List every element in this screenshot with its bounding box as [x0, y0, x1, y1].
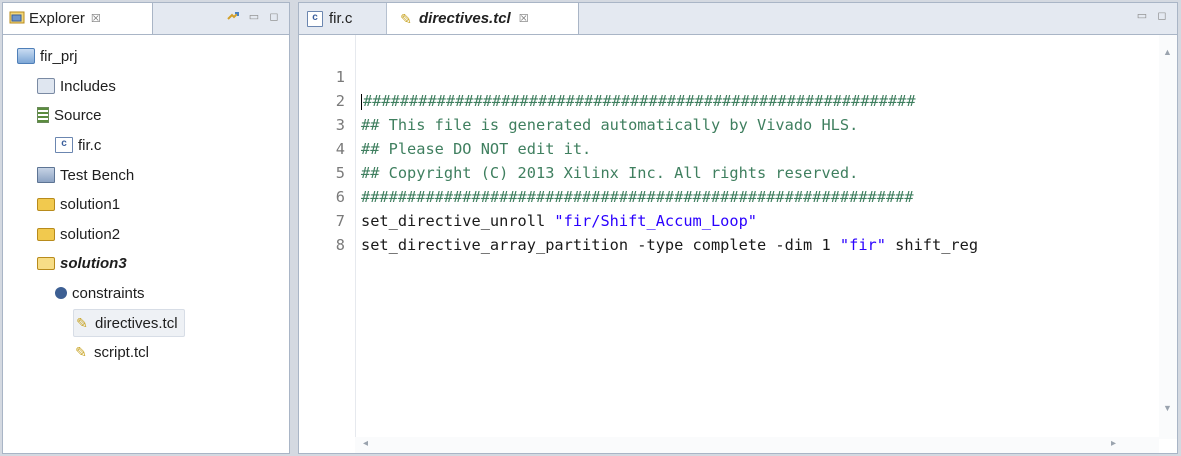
- explorer-panel: Explorer ☒ ▭ ◻ fir_prj Includes Source c…: [2, 2, 290, 454]
- horizontal-scrollbar[interactable]: ◂ ▸: [355, 437, 1159, 453]
- explorer-view-buttons: ▭ ◻: [225, 10, 281, 24]
- code-line: 2 ## This file is generated automaticall…: [299, 65, 859, 134]
- code-text: ########################################…: [361, 89, 916, 113]
- line-number: 8: [335, 236, 345, 254]
- tree-item-constraints[interactable]: constraints: [55, 280, 145, 306]
- c-file-icon: c: [307, 10, 323, 27]
- tree-item-fir-c[interactable]: c fir.c: [55, 132, 101, 158]
- code-comment: ## Copyright (C) 2013 Xilinx Inc. All ri…: [361, 164, 859, 182]
- tree-item-fir-prj[interactable]: fir_prj: [17, 43, 78, 69]
- scroll-up-icon[interactable]: ▲: [1163, 47, 1172, 57]
- code-line: 8: [299, 209, 354, 254]
- scroll-right-icon[interactable]: ▸: [1111, 438, 1116, 449]
- tree-item-label: solution2: [60, 225, 121, 243]
- tree-item-label: Includes: [60, 77, 116, 95]
- editor-view-buttons: ▭ ◻: [1135, 10, 1169, 22]
- code-line: 3 ## Please DO NOT edit it.: [299, 89, 591, 158]
- explorer-icon: [9, 10, 25, 28]
- tree-item-directives-tcl[interactable]: ✎ directives.tcl: [73, 309, 185, 337]
- minimize-icon[interactable]: ▭: [247, 11, 261, 23]
- tree-item-solution3[interactable]: solution3: [37, 250, 127, 276]
- c-file-icon: c: [55, 137, 73, 153]
- tcl-file-icon: ✎: [75, 344, 87, 360]
- code-text: set_directive_array_partition -type comp…: [361, 233, 978, 257]
- tree-item-label: fir_prj: [40, 47, 78, 65]
- tree-item-label: script.tcl: [94, 343, 150, 361]
- tree-item-label: Source: [54, 106, 102, 124]
- includes-icon: [37, 78, 55, 94]
- tcl-file-icon: ✎: [400, 10, 412, 27]
- close-icon[interactable]: ☒: [519, 12, 529, 25]
- tree-item-script-tcl[interactable]: ✎ script.tcl: [73, 339, 149, 365]
- code-comment: ########################################…: [361, 188, 914, 206]
- tab-fir-c[interactable]: c fir.c: [299, 3, 387, 34]
- tab-directives-tcl[interactable]: ✎ directives.tcl ☒: [387, 3, 579, 34]
- project-icon: [17, 48, 35, 64]
- maximize-icon[interactable]: ◻: [1155, 10, 1169, 22]
- tree-item-label: constraints: [72, 284, 145, 302]
- code-string: "fir": [839, 236, 886, 254]
- folder-icon: [37, 197, 55, 211]
- tree-item-source[interactable]: Source: [37, 102, 102, 128]
- explorer-tab[interactable]: Explorer ☒: [3, 3, 153, 34]
- code-line: 4 ## Copyright (C) 2013 Xilinx Inc. All …: [299, 113, 859, 182]
- code-string: "fir/Shift_Accum_Loop": [554, 212, 758, 230]
- tcl-file-icon: ✎: [76, 315, 88, 331]
- close-icon[interactable]: ☒: [91, 12, 101, 25]
- code-line: 5 ######################################…: [299, 137, 914, 206]
- code-line: 7 set_directive_array_partition -type co…: [299, 185, 978, 254]
- code-text: set_directive_unroll "fir/Shift_Accum_Lo…: [361, 209, 757, 233]
- link-with-editor-icon[interactable]: [225, 10, 241, 24]
- editor-panel: c fir.c ✎ directives.tcl ☒ ▭ ◻ 1 #######…: [298, 2, 1178, 454]
- text-cursor: [361, 93, 362, 110]
- tree-item-test-bench[interactable]: Test Bench: [37, 162, 134, 188]
- tree-item-label: Test Bench: [60, 166, 135, 184]
- explorer-tab-bar: Explorer ☒ ▭ ◻: [3, 3, 289, 35]
- maximize-icon[interactable]: ◻: [267, 11, 281, 23]
- vertical-scrollbar[interactable]: ▲ ▼: [1159, 35, 1177, 439]
- tree-item-label: solution3: [60, 254, 127, 272]
- explorer-tab-label: Explorer: [29, 10, 85, 27]
- folder-icon: [37, 227, 55, 241]
- code-line: 6 set_directive_unroll "fir/Shift_Accum_…: [299, 161, 757, 230]
- code-command: set_directive_unroll: [361, 212, 555, 230]
- code-comment: ## Please DO NOT edit it.: [361, 140, 592, 158]
- code-command: shift_reg: [885, 236, 979, 254]
- source-icon: [37, 107, 49, 123]
- scroll-left-icon[interactable]: ◂: [363, 438, 368, 449]
- code-comment: ## This file is generated automatically …: [361, 116, 859, 134]
- tree-item-solution2[interactable]: solution2: [37, 221, 120, 247]
- folder-open-icon: [37, 256, 55, 270]
- editor-tab-bar: c fir.c ✎ directives.tcl ☒ ▭ ◻: [299, 3, 1177, 35]
- tree-item-includes[interactable]: Includes: [37, 73, 116, 99]
- tree-item-label: directives.tcl: [95, 314, 178, 332]
- minimize-icon[interactable]: ▭: [1135, 10, 1149, 22]
- tree-item-solution1[interactable]: solution1: [37, 191, 120, 217]
- test-bench-icon: [37, 167, 55, 183]
- tree-item-label: fir.c: [78, 136, 102, 154]
- code-command: set_directive_array_partition -type comp…: [361, 236, 840, 254]
- tab-label: fir.c: [329, 10, 353, 27]
- gear-icon: [55, 287, 67, 299]
- tree-item-label: solution1: [60, 195, 121, 213]
- code-comment: ########################################…: [363, 92, 916, 110]
- code-line: 1 ######################################…: [299, 41, 916, 110]
- scroll-down-icon[interactable]: ▼: [1163, 403, 1172, 413]
- tab-label: directives.tcl: [419, 10, 511, 27]
